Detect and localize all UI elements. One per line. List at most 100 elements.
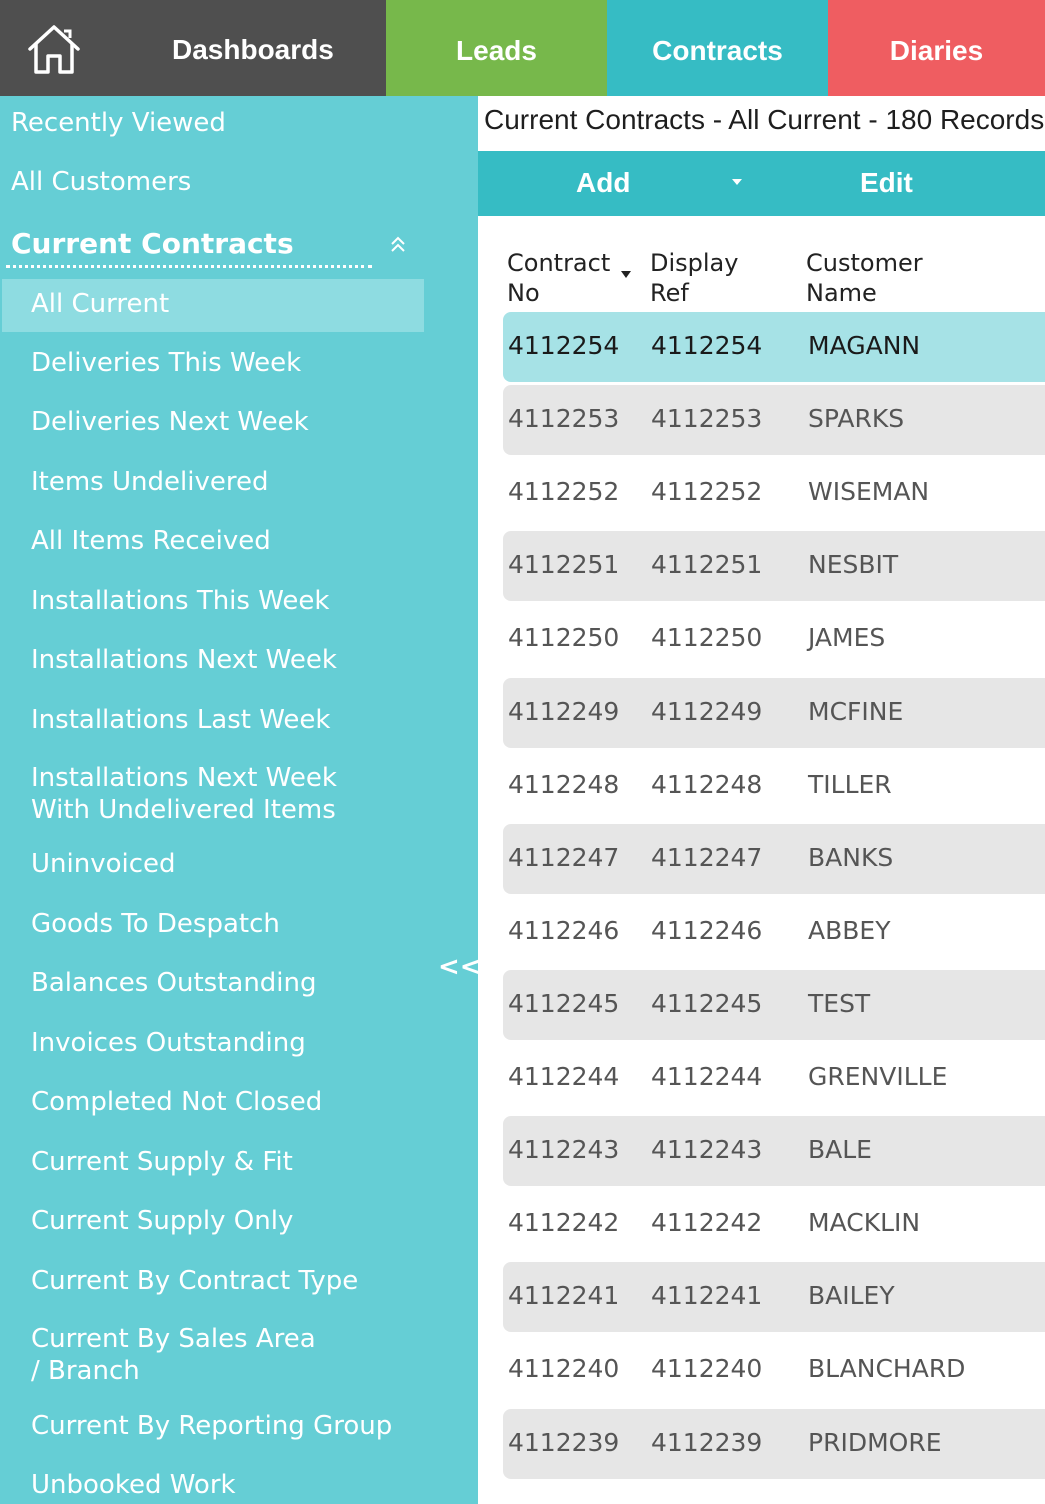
sidebar-item-deliveries-this-week[interactable]: Deliveries This Week xyxy=(31,347,301,379)
table-row[interactable]: 4112244 4112244 GRENVILLE xyxy=(503,1043,1045,1113)
table-row[interactable]: 4112247 4112247 BANKS xyxy=(503,824,1045,894)
tab-diaries-label: Diaries xyxy=(889,35,984,66)
display-ref-cell: 4112252 xyxy=(651,477,763,506)
display-ref-cell: 4112246 xyxy=(651,916,763,945)
sidebar-link-all-customers[interactable]: All Customers xyxy=(11,167,191,197)
display-ref-cell: 4112239 xyxy=(651,1428,763,1457)
table-row[interactable]: 4112245 4112245 TEST xyxy=(503,970,1045,1040)
section-divider xyxy=(6,265,372,268)
table-row[interactable]: 4112254 4112254 MAGANN xyxy=(503,312,1045,382)
sidebar-item-balances-outstanding[interactable]: Balances Outstanding xyxy=(31,967,317,999)
table-row[interactable]: 4112248 4112248 TILLER xyxy=(503,751,1045,821)
toolbar: Add Edit xyxy=(478,151,1045,216)
sidebar-item-goods-to-despatch[interactable]: Goods To Despatch xyxy=(31,908,280,940)
column-header-display-ref[interactable]: Display Ref xyxy=(650,248,760,308)
sidebar-item-current-by-reporting-group[interactable]: Current By Reporting Group xyxy=(31,1410,392,1442)
customer-name-cell: ABBEY xyxy=(808,916,891,945)
tab-contracts-label: Contracts xyxy=(652,35,783,66)
display-ref-cell: 4112251 xyxy=(651,550,763,579)
sidebar-item-uninvoiced[interactable]: Uninvoiced xyxy=(31,848,176,880)
table-row[interactable]: 4112243 4112243 BALE xyxy=(503,1116,1045,1186)
sidebar-item-items-undelivered[interactable]: Items Undelivered xyxy=(31,466,268,498)
display-ref-cell: 4112242 xyxy=(651,1208,763,1237)
column-header-customer-name[interactable]: Customer Name xyxy=(806,248,926,308)
sidebar-item-completed-not-closed[interactable]: Completed Not Closed xyxy=(31,1086,322,1118)
home-icon[interactable] xyxy=(26,22,82,78)
table-row[interactable]: 4112242 4112242 MACKLIN xyxy=(503,1189,1045,1259)
customer-name-cell: WISEMAN xyxy=(808,477,930,506)
add-dropdown-caret-icon[interactable] xyxy=(732,179,742,185)
display-ref-cell: 4112253 xyxy=(651,404,763,433)
tab-dashboards[interactable]: Dashboards xyxy=(0,0,386,96)
customer-name-cell: TILLER xyxy=(808,770,892,799)
customer-name-cell: BLANCHARD xyxy=(808,1354,966,1383)
sidebar-item-installations-next-week[interactable]: Installations Next Week xyxy=(31,644,337,676)
contract-no-cell: 4112246 xyxy=(508,916,620,945)
display-ref-cell: 4112247 xyxy=(651,843,763,872)
tab-leads[interactable]: Leads xyxy=(386,0,607,96)
top-navigation: Dashboards Leads Contracts Diaries xyxy=(0,0,1045,96)
page-title: Current Contracts - All Current - 180 Re… xyxy=(484,104,1044,135)
sidebar-item-deliveries-next-week[interactable]: Deliveries Next Week xyxy=(31,406,309,438)
display-ref-cell: 4112245 xyxy=(651,989,763,1018)
sort-desc-icon[interactable] xyxy=(621,271,631,278)
contract-no-cell: 4112241 xyxy=(508,1281,620,1310)
sidebar-item-current-by-sales-area[interactable]: Current By Sales Area / Branch xyxy=(31,1323,331,1387)
display-ref-cell: 4112254 xyxy=(651,331,763,360)
customer-name-cell: MAGANN xyxy=(808,331,921,360)
sidebar-item-unbooked-work[interactable]: Unbooked Work xyxy=(31,1469,236,1501)
customer-name-cell: BAILEY xyxy=(808,1281,895,1310)
contract-no-cell: 4112247 xyxy=(508,843,620,872)
customer-name-cell: BALE xyxy=(808,1135,872,1164)
sidebar-collapse-toggle[interactable]: << xyxy=(438,952,478,982)
tab-contracts[interactable]: Contracts xyxy=(607,0,828,96)
display-ref-cell: 4112249 xyxy=(651,697,763,726)
table-row[interactable]: 4112251 4112251 NESBIT xyxy=(503,531,1045,601)
table-row[interactable]: 4112249 4112249 MCFINE xyxy=(503,678,1045,748)
contract-no-cell: 4112242 xyxy=(508,1208,620,1237)
sidebar-item-current-by-contract-type[interactable]: Current By Contract Type xyxy=(31,1265,358,1297)
display-ref-cell: 4112241 xyxy=(651,1281,763,1310)
contract-no-cell: 4112250 xyxy=(508,623,620,652)
contract-no-cell: 4112240 xyxy=(508,1354,620,1383)
contract-no-cell: 4112254 xyxy=(508,331,620,360)
table-row[interactable]: 4112240 4112240 BLANCHARD xyxy=(503,1335,1045,1405)
contract-no-cell: 4112251 xyxy=(508,550,620,579)
table-row[interactable]: 4112239 4112239 PRIDMORE xyxy=(503,1409,1045,1479)
table-row[interactable]: 4112252 4112252 WISEMAN xyxy=(503,458,1045,528)
customer-name-cell: JAMES xyxy=(808,623,886,652)
contract-no-cell: 4112245 xyxy=(508,989,620,1018)
sidebar-item-current-supply-only[interactable]: Current Supply Only xyxy=(31,1205,293,1237)
sidebar-item-all-current[interactable]: All Current xyxy=(31,288,169,320)
sidebar-item-installations-last-week[interactable]: Installations Last Week xyxy=(31,704,330,736)
contract-no-cell: 4112244 xyxy=(508,1062,620,1091)
contract-no-cell: 4112252 xyxy=(508,477,620,506)
customer-name-cell: NESBIT xyxy=(808,550,899,579)
display-ref-cell: 4112244 xyxy=(651,1062,763,1091)
sidebar-item-current-supply-fit[interactable]: Current Supply & Fit xyxy=(31,1146,293,1178)
edit-button[interactable]: Edit xyxy=(860,167,913,199)
sidebar-item-installations-next-week-undelivered[interactable]: Installations Next Week With Undelivered… xyxy=(31,762,391,826)
customer-name-cell: MCFINE xyxy=(808,697,904,726)
double-chevron-up-icon[interactable] xyxy=(388,234,408,256)
sidebar-item-invoices-outstanding[interactable]: Invoices Outstanding xyxy=(31,1027,306,1059)
display-ref-cell: 4112248 xyxy=(651,770,763,799)
display-ref-cell: 4112250 xyxy=(651,623,763,652)
table-row[interactable]: 4112241 4112241 BAILEY xyxy=(503,1262,1045,1332)
tab-diaries[interactable]: Diaries xyxy=(828,0,1045,96)
sidebar: Recently Viewed All Customers Current Co… xyxy=(0,96,478,1504)
table-row[interactable]: 4112253 4112253 SPARKS xyxy=(503,385,1045,455)
contract-no-cell: 4112239 xyxy=(508,1428,620,1457)
table-row[interactable]: 4112250 4112250 JAMES xyxy=(503,604,1045,674)
sidebar-item-all-items-received[interactable]: All Items Received xyxy=(31,525,271,557)
sidebar-link-recently-viewed[interactable]: Recently Viewed xyxy=(11,108,226,138)
contract-no-cell: 4112243 xyxy=(508,1135,620,1164)
tab-leads-label: Leads xyxy=(456,35,537,66)
sidebar-section-current-contracts[interactable]: Current Contracts xyxy=(11,227,294,260)
column-header-contract-no[interactable]: Contract No xyxy=(507,248,617,308)
sidebar-item-installations-this-week[interactable]: Installations This Week xyxy=(31,585,329,617)
customer-name-cell: MACKLIN xyxy=(808,1208,921,1237)
add-button[interactable]: Add xyxy=(576,167,630,199)
table-row[interactable]: 4112246 4112246 ABBEY xyxy=(503,897,1045,967)
contract-no-cell: 4112249 xyxy=(508,697,620,726)
